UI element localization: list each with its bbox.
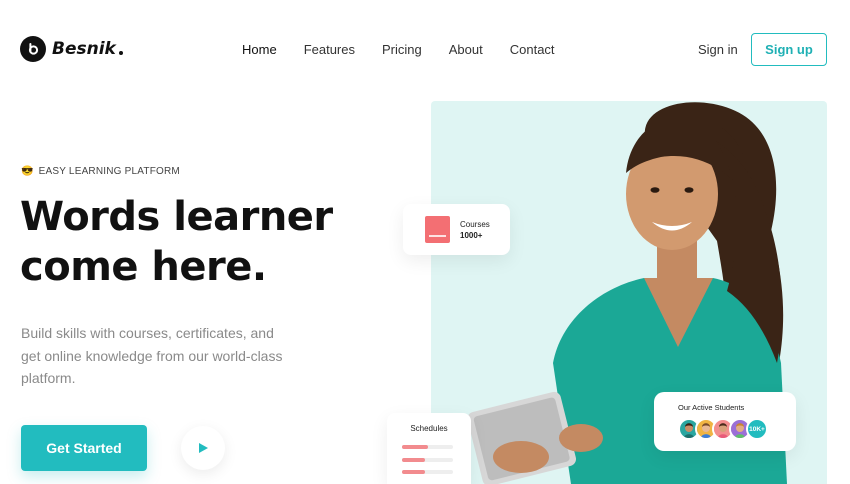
courses-card: Courses 1000+ [403,204,510,255]
courses-title: Courses [460,220,490,229]
get-started-button[interactable]: Get Started [21,425,147,471]
schedule-progress-bar [402,458,453,462]
schedule-progress-fill [402,470,425,474]
play-icon [199,443,208,453]
nav-item-contact[interactable]: Contact [510,42,555,57]
logo-mark-icon [20,36,46,62]
signup-button[interactable]: Sign up [751,33,827,66]
avatar-group: 10K+ [678,418,768,440]
main-nav: Home Features Pricing About Contact [242,42,555,57]
hero-headline-line1: Words learner [20,194,333,240]
hero-headline: Words learner come here. [20,192,333,292]
hero-tag: 😎 EASY LEARNING PLATFORM [21,166,180,177]
schedule-progress-fill [402,458,425,462]
signin-link[interactable]: Sign in [698,42,738,57]
schedule-progress-bar [402,445,453,449]
nav-item-about[interactable]: About [449,42,483,57]
courses-count: 1000+ [460,231,483,240]
play-video-button[interactable] [181,426,225,470]
brand-name: Besnik [52,39,116,59]
nav-item-features[interactable]: Features [304,42,355,57]
schedule-progress-fill [402,445,428,449]
sunglasses-emoji-icon: 😎 [21,166,34,177]
active-students-card: Our Active Students 10K+ [654,392,796,451]
schedule-progress-bar [402,470,453,474]
logo-dot [118,51,123,55]
hero-tag-text: EASY LEARNING PLATFORM [38,166,180,177]
nav-item-pricing[interactable]: Pricing [382,42,422,57]
students-count-badge: 10K+ [746,418,768,440]
book-icon [425,216,450,243]
hero-headline-line2: come here. [20,244,267,290]
active-students-title: Our Active Students [678,403,745,412]
schedules-title: Schedules [410,424,448,433]
nav-item-home[interactable]: Home [242,42,277,57]
schedules-card: Schedules [387,413,471,484]
logo[interactable]: Besnik [20,36,123,62]
hero-description: Build skills with courses, certificates,… [21,325,283,386]
